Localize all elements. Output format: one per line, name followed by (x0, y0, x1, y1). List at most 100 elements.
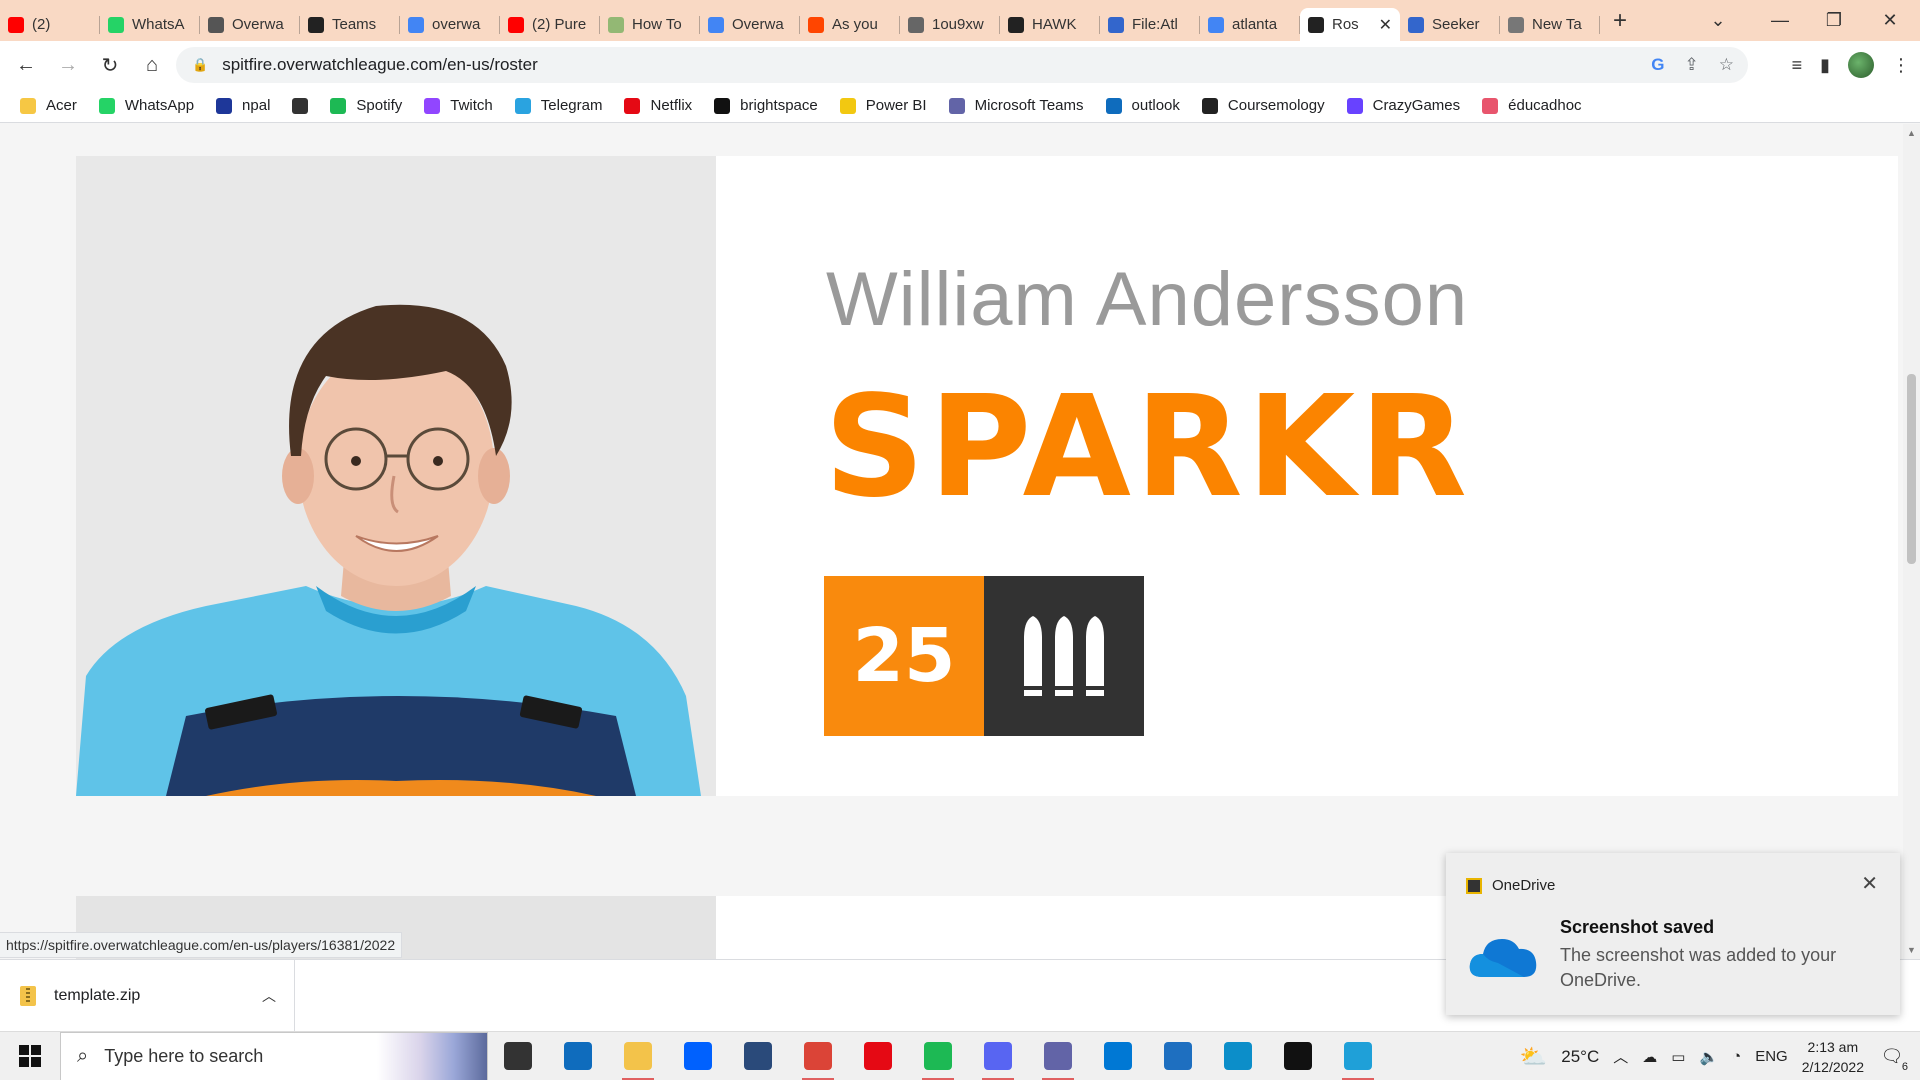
profile-avatar[interactable] (1848, 52, 1874, 78)
media-control-icon[interactable]: ≡ (1792, 55, 1803, 76)
tab-title[interactable]: Seeker (1432, 16, 1480, 33)
taskbar-search-box[interactable]: ⌕ Type here to search (60, 1031, 488, 1080)
tab-title[interactable]: (2) Pure (532, 16, 586, 33)
bookmark-label[interactable]: WhatsApp (125, 97, 194, 114)
language-indicator[interactable]: ENG (1755, 1048, 1788, 1065)
bookmark-label[interactable]: Twitch (450, 97, 493, 114)
tab-search-icon[interactable]: ⌄ (1690, 0, 1746, 41)
browser-tab[interactable]: New Ta (1500, 8, 1600, 41)
download-filename[interactable]: template.zip (54, 987, 140, 1005)
photos-icon[interactable] (1148, 1032, 1208, 1080)
lock-icon[interactable]: 🔒 (192, 57, 208, 73)
bookmark-label[interactable]: Microsoft Teams (975, 97, 1084, 114)
minimize-button[interactable]: — (1752, 0, 1808, 41)
sublime-icon[interactable] (728, 1032, 788, 1080)
bookmark-label[interactable]: CrazyGames (1373, 97, 1461, 114)
tray-overflow-icon[interactable]: ︿ (1613, 1046, 1628, 1067)
bookmark-item[interactable]: CrazyGames (1346, 97, 1461, 114)
browser-tab[interactable]: Overwa (200, 8, 300, 41)
weather-temp[interactable]: 25°C (1561, 1047, 1599, 1067)
bookmark-label[interactable]: brightspace (740, 97, 818, 114)
windows-start-icon[interactable] (0, 1032, 60, 1080)
bookmark-item[interactable]: Telegram (514, 97, 603, 114)
bookmark-label[interactable]: outlook (1132, 97, 1180, 114)
bookmark-item[interactable]: Netflix (624, 97, 692, 114)
bookmark-item[interactable]: Acer (20, 97, 77, 114)
tab-title[interactable]: overwa (432, 16, 480, 33)
tab-title[interactable]: WhatsA (132, 16, 185, 33)
bookmark-label[interactable]: Telegram (541, 97, 603, 114)
browser-tab[interactable]: 1ou9xw (900, 8, 1000, 41)
reload-icon[interactable]: ↻ (90, 45, 130, 85)
browser-tab[interactable]: Overwa (700, 8, 800, 41)
browser-tab[interactable]: Teams (300, 8, 400, 41)
google-lens-icon[interactable]: G (1651, 55, 1664, 75)
search-placeholder[interactable]: Type here to search (104, 1046, 263, 1067)
bookmark-item[interactable]: Power BI (839, 97, 927, 114)
bookmark-item[interactable]: éducadhoc (1482, 97, 1582, 114)
share-icon[interactable]: ⇪ (1685, 55, 1699, 75)
bookmark-item[interactable]: Spotify (330, 97, 402, 114)
forward-icon[interactable]: → (48, 45, 88, 85)
chrome-icon[interactable] (788, 1032, 848, 1080)
side-panel-icon[interactable]: ▮ (1820, 55, 1830, 76)
battery-icon[interactable]: ▭ (1671, 1048, 1685, 1066)
browser-tab[interactable]: (2) Pure (500, 8, 600, 41)
bookmark-label[interactable]: éducadhoc (1508, 97, 1581, 114)
tab-title[interactable]: Ros (1332, 16, 1359, 33)
task-view-icon[interactable] (488, 1032, 548, 1080)
pycharm-icon[interactable] (1268, 1032, 1328, 1080)
scroll-up-icon[interactable]: ▲ (1907, 128, 1916, 138)
browser-tab[interactable]: overwa (400, 8, 500, 41)
mail-icon[interactable] (548, 1032, 608, 1080)
bookmark-item[interactable]: brightspace (714, 97, 818, 114)
wifi-icon[interactable]: ◔ (1732, 1048, 1741, 1065)
new-tab-button[interactable]: + (1600, 7, 1640, 35)
browser-tab[interactable]: File:Atl (1100, 8, 1200, 41)
tab-title[interactable]: As you (832, 16, 878, 33)
player-card[interactable]: William Andersson SPARKR 25 (76, 156, 1898, 796)
scroll-down-icon[interactable]: ▼ (1907, 945, 1916, 955)
tab-title[interactable]: (2) (32, 16, 50, 33)
bookmark-item[interactable]: Microsoft Teams (948, 97, 1084, 114)
onedrive-notification[interactable]: OneDrive ✕ Screenshot saved The screensh… (1446, 853, 1900, 1015)
bookmark-label[interactable]: Acer (46, 97, 77, 114)
bookmark-item[interactable] (292, 97, 309, 114)
netflix-icon[interactable] (848, 1032, 908, 1080)
back-icon[interactable]: ← (6, 45, 46, 85)
tab-title[interactable]: atlanta (1232, 16, 1277, 33)
volume-icon[interactable]: 🔈 (1699, 1048, 1718, 1066)
browser-tab[interactable]: (2) (0, 8, 100, 41)
bookmark-label[interactable]: Coursemology (1228, 97, 1325, 114)
home-icon[interactable]: ⌂ (132, 45, 172, 85)
bookmark-item[interactable]: Coursemology (1201, 97, 1325, 114)
browser-tab[interactable]: Seeker (1400, 8, 1500, 41)
restore-button[interactable]: ❐ (1806, 0, 1862, 41)
browser-tab[interactable]: As you (800, 8, 900, 41)
tab-title[interactable]: How To (632, 16, 682, 33)
tab-title[interactable]: Overwa (732, 16, 784, 33)
browser-tab[interactable]: HAWK (1000, 8, 1100, 41)
browser-tab[interactable]: WhatsA (100, 8, 200, 41)
notification-center-icon[interactable]: 🗨 6 (1878, 1043, 1908, 1073)
network-icon[interactable]: ☁ (1642, 1048, 1657, 1066)
bookmark-star-icon[interactable]: ☆ (1719, 55, 1734, 75)
weather-icon[interactable]: ⛅ (1520, 1044, 1547, 1070)
browser-tab[interactable]: How To (600, 8, 700, 41)
bookmark-label[interactable]: Spotify (356, 97, 402, 114)
close-tab-icon[interactable]: ✕ (1379, 15, 1392, 35)
menu-icon[interactable]: ⋮ (1892, 55, 1910, 76)
close-window-button[interactable]: ✕ (1862, 0, 1918, 41)
tab-title[interactable]: Overwa (232, 16, 284, 33)
tab-title[interactable]: File:Atl (1132, 16, 1178, 33)
browser-tab[interactable]: atlanta (1200, 8, 1300, 41)
page-scrollbar[interactable]: ▲ ▼ (1903, 124, 1920, 959)
scrollbar-thumb[interactable] (1907, 374, 1916, 564)
file-explorer-icon[interactable] (608, 1032, 668, 1080)
bookmark-item[interactable]: outlook (1105, 97, 1180, 114)
spotify-icon[interactable] (908, 1032, 968, 1080)
edge-icon[interactable] (1208, 1032, 1268, 1080)
tab-title[interactable]: New Ta (1532, 16, 1582, 33)
download-item[interactable]: template.zip ︿ (20, 960, 295, 1032)
url-text[interactable]: spitfire.overwatchleague.com/en-us/roste… (222, 55, 538, 75)
